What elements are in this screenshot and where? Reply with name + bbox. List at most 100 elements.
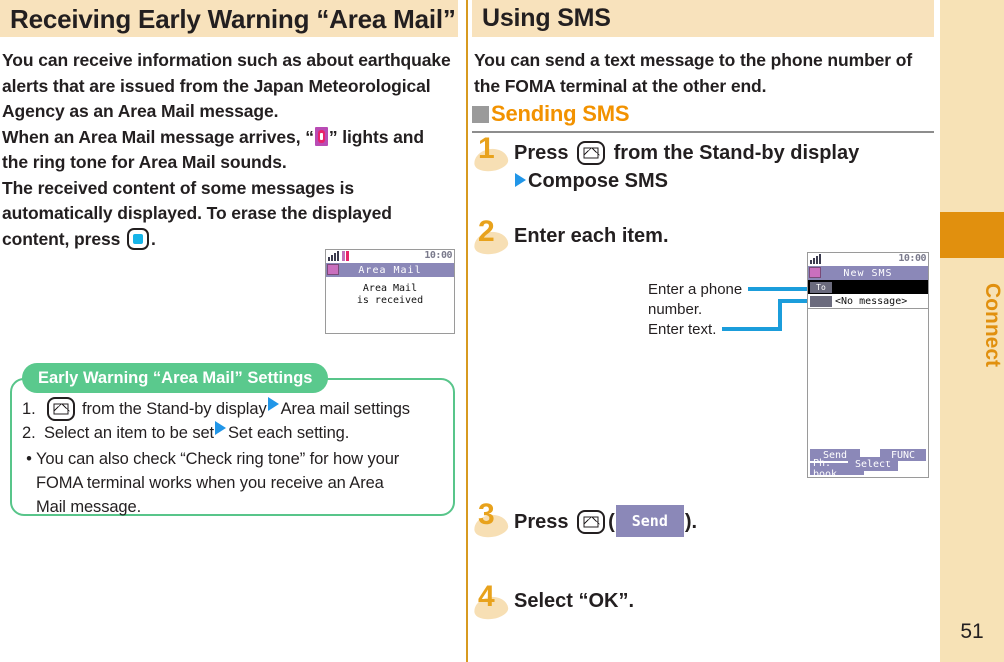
callout-line: number. bbox=[648, 301, 703, 318]
tip-item-number: 2. bbox=[22, 424, 36, 442]
tip-box-title: Early Warning “Area Mail” Settings bbox=[22, 363, 329, 393]
send-softkey-chip: Send bbox=[615, 505, 684, 537]
step-text-part: Compose SMS bbox=[528, 170, 669, 192]
paragraph-line-part: ” lights and bbox=[328, 126, 424, 147]
paragraph-line: alerts that are issued from the Japan Me… bbox=[2, 75, 431, 96]
mail-key-icon bbox=[577, 510, 606, 534]
message-field-value: <No message> bbox=[835, 295, 908, 307]
tip-list-item: 1. from the Stand-by display Area mail s… bbox=[22, 397, 447, 421]
phone-title-text: Area Mail bbox=[358, 264, 422, 276]
arrow-right-icon bbox=[515, 173, 526, 187]
paragraph-line-with-icon: When an Area Mail message arrives, “ ” li… bbox=[2, 125, 462, 151]
arrow-right-icon bbox=[215, 421, 227, 435]
step-text-part: Press bbox=[514, 511, 569, 533]
step-text: Press from the Stand-by display Compose … bbox=[514, 139, 859, 195]
phone-title-bar: Area Mail bbox=[326, 263, 454, 277]
paragraph-line: The received content of some messages is bbox=[2, 177, 354, 198]
left-section-header: Receiving Early Warning “Area Mail” bbox=[0, 0, 458, 37]
phone-field-message[interactable]: <No message> bbox=[808, 294, 928, 309]
center-key-dot bbox=[132, 233, 143, 244]
tip-item-text: Set each setting. bbox=[228, 424, 350, 442]
paragraph-line: automatically displayed. To erase the di… bbox=[2, 203, 392, 223]
tip-bullet-item: Mail message. bbox=[22, 495, 447, 519]
paragraph-line: You can receive information such as abou… bbox=[2, 50, 451, 70]
phone-body-text: Area Mail is received bbox=[326, 277, 454, 307]
sms-title-icon bbox=[809, 267, 821, 278]
step-text: Select “OK”. bbox=[514, 590, 635, 612]
tip-bullet-text: You can also check “Check ring tone” for… bbox=[36, 450, 400, 468]
tip-bullet-text: FOMA terminal works when you receive an … bbox=[36, 474, 384, 492]
tip-bullet-item: • You can also check “Check ring tone” f… bbox=[22, 447, 447, 471]
phone-clock: 10:00 bbox=[898, 253, 926, 264]
step-number: 2 bbox=[478, 215, 495, 248]
phone-title-text: New SMS bbox=[843, 267, 893, 279]
left-intro-paragraph: You can receive information such as abou… bbox=[2, 48, 462, 252]
area-mail-icon bbox=[314, 126, 328, 146]
page-number: 51 bbox=[960, 620, 984, 643]
phone-softkey-bar: Send Ph. book Select FUNC bbox=[808, 447, 928, 477]
column-divider bbox=[466, 0, 468, 662]
arrow-right-icon bbox=[267, 397, 279, 411]
tip-item-text: from the Stand-by display bbox=[82, 400, 267, 418]
callout-leader-line-2a bbox=[722, 327, 782, 331]
tip-box-content: 1. from the Stand-by display Area mail s… bbox=[22, 397, 447, 519]
tip-bullet-text: Mail message. bbox=[36, 498, 142, 516]
tip-item-text: Area mail settings bbox=[280, 400, 410, 418]
paragraph-line: the FOMA terminal at the other end. bbox=[474, 75, 767, 96]
chapter-tab-label: Connect bbox=[981, 283, 1004, 367]
square-bullet-icon bbox=[472, 105, 489, 123]
paragraph-line: the ring tone for Area Mail sounds. bbox=[2, 152, 287, 172]
step-text-part: Press bbox=[514, 142, 569, 164]
message-field-tag bbox=[810, 295, 832, 307]
mail-title-icon bbox=[327, 264, 339, 275]
to-field-tag: To bbox=[810, 281, 832, 293]
mail-key-icon bbox=[577, 141, 606, 165]
sub-section-rule bbox=[472, 131, 934, 133]
paragraph-line-part: . bbox=[150, 228, 156, 249]
center-key-icon bbox=[126, 227, 149, 250]
step-text: Press (Send). bbox=[514, 505, 697, 537]
sub-section-head: Sending SMS bbox=[472, 101, 630, 126]
callout-line: Enter a phone bbox=[648, 281, 743, 298]
tip-bullet-item: FOMA terminal works when you receive an … bbox=[22, 471, 447, 495]
phone-field-to[interactable]: To bbox=[808, 280, 928, 294]
step-number: 1 bbox=[478, 132, 495, 165]
paragraph-line: You can send a text message to the phone… bbox=[474, 50, 913, 70]
phone-body-line: is received bbox=[356, 295, 424, 306]
callout-leader-line-1 bbox=[748, 287, 810, 291]
phone-screenshot-new-sms: 10:00 New SMS To <No message> Send Ph. b… bbox=[807, 252, 929, 478]
step-number: 4 bbox=[478, 580, 495, 613]
chapter-tab-marker bbox=[940, 212, 1004, 258]
sub-section-title: Sending SMS bbox=[491, 101, 630, 126]
phone-status-bar: 10:00 bbox=[808, 253, 928, 266]
tip-list-item: 2. Select an item to be set Set each set… bbox=[22, 421, 447, 445]
side-tab-strip: Connect 51 bbox=[940, 0, 1004, 662]
callout-leader-line-2b bbox=[778, 299, 782, 331]
step-text-part: ( bbox=[608, 511, 615, 533]
right-section-title: Using SMS bbox=[482, 4, 611, 32]
callout-line: Enter text. bbox=[648, 321, 717, 338]
phone-screenshot-area-mail: 10:00 Area Mail Area Mail is received bbox=[325, 249, 455, 334]
callout-phone-number: Enter a phone number. bbox=[648, 280, 742, 320]
left-section-title: Receiving Early Warning “Area Mail” bbox=[10, 3, 456, 34]
callout-leader-line-2c bbox=[778, 299, 810, 303]
right-intro-paragraph: You can send a text message to the phone… bbox=[474, 48, 934, 99]
envelope-glyph bbox=[583, 147, 601, 159]
manual-page: Connect 51 Receiving Early Warning “Area… bbox=[0, 0, 1004, 662]
softkey-func[interactable]: FUNC bbox=[880, 449, 926, 461]
bullet-icon: • bbox=[26, 450, 32, 468]
signal-icon bbox=[810, 254, 821, 264]
phone-status-bar: 10:00 bbox=[326, 250, 454, 263]
signal-icon bbox=[328, 251, 349, 261]
mail-key-icon bbox=[47, 397, 75, 421]
paragraph-line-part: When an Area Mail message arrives, “ bbox=[2, 126, 314, 147]
phone-clock: 10:00 bbox=[424, 250, 452, 261]
envelope-glyph bbox=[583, 516, 601, 528]
paragraph-line: Agency as an Area Mail message. bbox=[2, 101, 279, 121]
right-section-header: Using SMS bbox=[472, 0, 934, 37]
step-text-part: from the Stand-by display bbox=[613, 142, 860, 164]
step-text-part: ). bbox=[684, 511, 698, 533]
phone-body-line: Area Mail bbox=[362, 283, 418, 294]
envelope-glyph bbox=[53, 403, 70, 415]
callout-enter-text: Enter text. bbox=[648, 320, 716, 340]
